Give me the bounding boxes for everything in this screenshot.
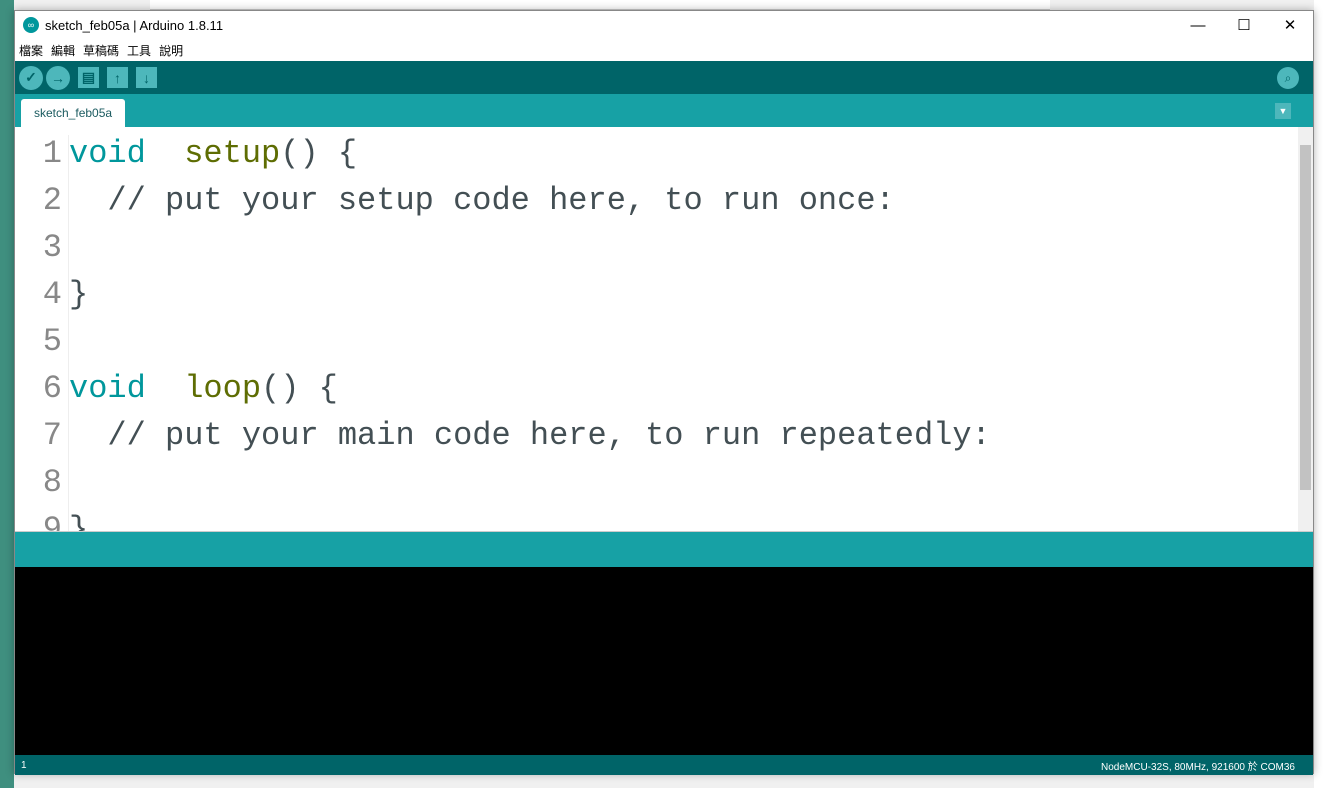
line-number: 6 <box>15 370 69 417</box>
code-line: 3 <box>15 229 69 276</box>
code-text: void loop() { <box>69 370 338 417</box>
console-output <box>15 567 1313 755</box>
arduino-logo-icon: ∞ <box>23 17 39 33</box>
line-number: 4 <box>15 276 69 323</box>
line-number: 1 <box>15 135 69 182</box>
open-button[interactable]: ↑ <box>107 67 128 88</box>
tab-bar: sketch_feb05a ▼ <box>15 94 1313 127</box>
code-token: void <box>69 370 146 407</box>
menu-bar: 檔案 編輯 草稿碼 工具 說明 <box>15 39 1313 61</box>
code-token: } <box>69 511 89 531</box>
code-token: setup <box>184 135 281 172</box>
message-area <box>15 531 1313 567</box>
background-window-right <box>1314 0 1336 788</box>
line-number-status: 1 <box>21 759 27 771</box>
code-line: 8 <box>15 464 69 511</box>
code-text: void setup() { <box>69 135 357 182</box>
code-line: 6 void loop() { <box>15 370 338 417</box>
desktop-background <box>0 0 14 788</box>
close-button[interactable]: ✕ <box>1267 11 1313 39</box>
code-token: } <box>69 276 89 313</box>
code-editor[interactable]: 9} 8 7 // put your main code here, to run … <box>15 127 1313 531</box>
line-number: 9 <box>15 511 69 531</box>
code-text: } <box>69 276 88 323</box>
tab-menu-button[interactable]: ▼ <box>1275 103 1291 119</box>
line-number: 2 <box>15 182 69 229</box>
menu-file[interactable]: 檔案 <box>19 42 43 59</box>
menu-edit[interactable]: 編輯 <box>51 42 75 59</box>
background-window <box>150 0 1050 10</box>
new-button[interactable]: ▤ <box>78 67 99 88</box>
save-button[interactable]: ↓ <box>136 67 157 88</box>
upload-button[interactable]: → <box>46 65 70 90</box>
code-line: 5 <box>15 323 69 370</box>
line-number: 8 <box>15 464 69 511</box>
line-number: 5 <box>15 323 69 370</box>
toolbar: ✓ → ▤ ↑ ↓ ⌕ <box>15 61 1313 94</box>
code-line: 4} <box>15 276 88 323</box>
code-token: void <box>69 135 146 172</box>
menu-help[interactable]: 說明 <box>159 42 183 59</box>
code-line: 2 // put your setup code here, to run on… <box>15 182 895 229</box>
window-title: sketch_feb05a | Arduino 1.8.11 <box>45 17 224 33</box>
line-number: 3 <box>15 229 69 276</box>
code-token: () { <box>261 370 338 407</box>
arduino-window: ∞ sketch_feb05a | Arduino 1.8.11 — ☐ ✕ 檔… <box>14 10 1314 775</box>
status-bar: 1 NodeMCU-32S, 80MHz, 921600 於 COM36 <box>15 755 1313 775</box>
code-text: // put your main code here, to run repea… <box>69 417 991 464</box>
code-text: // put your setup code here, to run once… <box>69 182 895 229</box>
serial-monitor-button[interactable]: ⌕ <box>1277 67 1299 89</box>
line-number: 7 <box>15 417 69 464</box>
board-port-status: NodeMCU-32S, 80MHz, 921600 於 COM36 <box>1101 761 1295 773</box>
tab-sketch[interactable]: sketch_feb05a <box>21 99 126 127</box>
code-token: // put your setup code here, to run once… <box>69 182 895 219</box>
minimize-button[interactable]: — <box>1175 11 1221 39</box>
code-text: } <box>69 511 88 531</box>
code-line: 1 void setup() { <box>15 135 357 182</box>
maximize-button[interactable]: ☐ <box>1221 11 1267 39</box>
code-token: () { <box>280 135 358 172</box>
verify-button[interactable]: ✓ <box>19 65 43 90</box>
menu-tools[interactable]: 工具 <box>127 42 151 59</box>
code-token: loop <box>184 370 262 407</box>
menu-sketch[interactable]: 草稿碼 <box>83 42 119 59</box>
code-line: 9} <box>15 511 88 531</box>
editor-scrollbar[interactable] <box>1298 127 1313 531</box>
code-token: // put your main code here, to run repea… <box>69 417 991 454</box>
scrollbar-thumb[interactable] <box>1300 145 1311 490</box>
title-bar: ∞ sketch_feb05a | Arduino 1.8.11 — ☐ ✕ <box>15 11 1313 39</box>
code-line: 7 // put your main code here, to run rep… <box>15 417 991 464</box>
